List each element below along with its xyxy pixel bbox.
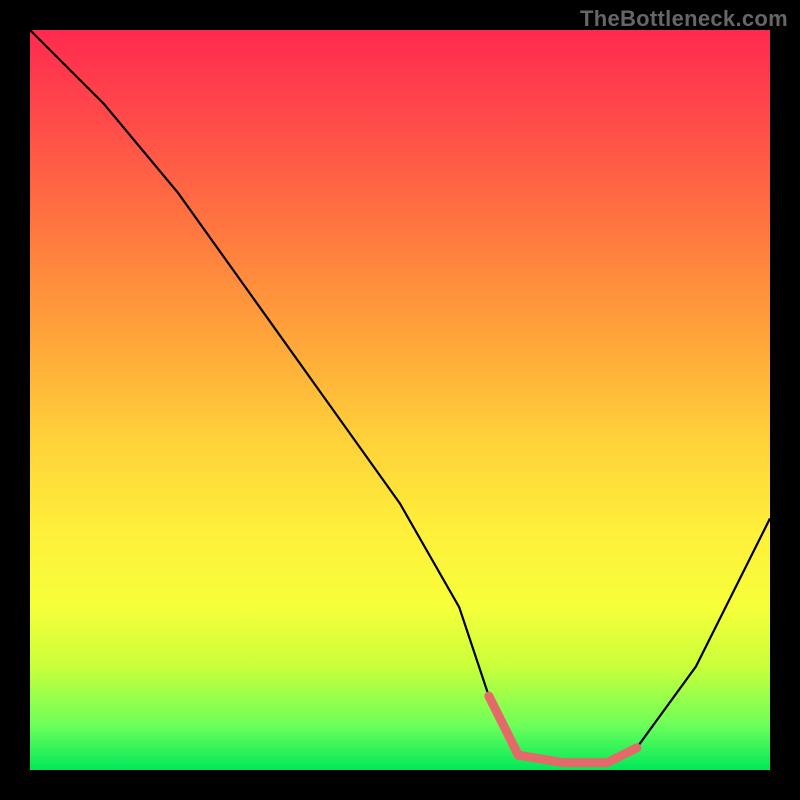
chart-overlay [30,30,770,770]
chart-frame: TheBottleneck.com [0,0,800,800]
main-curve [30,30,770,763]
watermark-text: TheBottleneck.com [580,6,788,32]
highlight-segment [489,696,637,763]
